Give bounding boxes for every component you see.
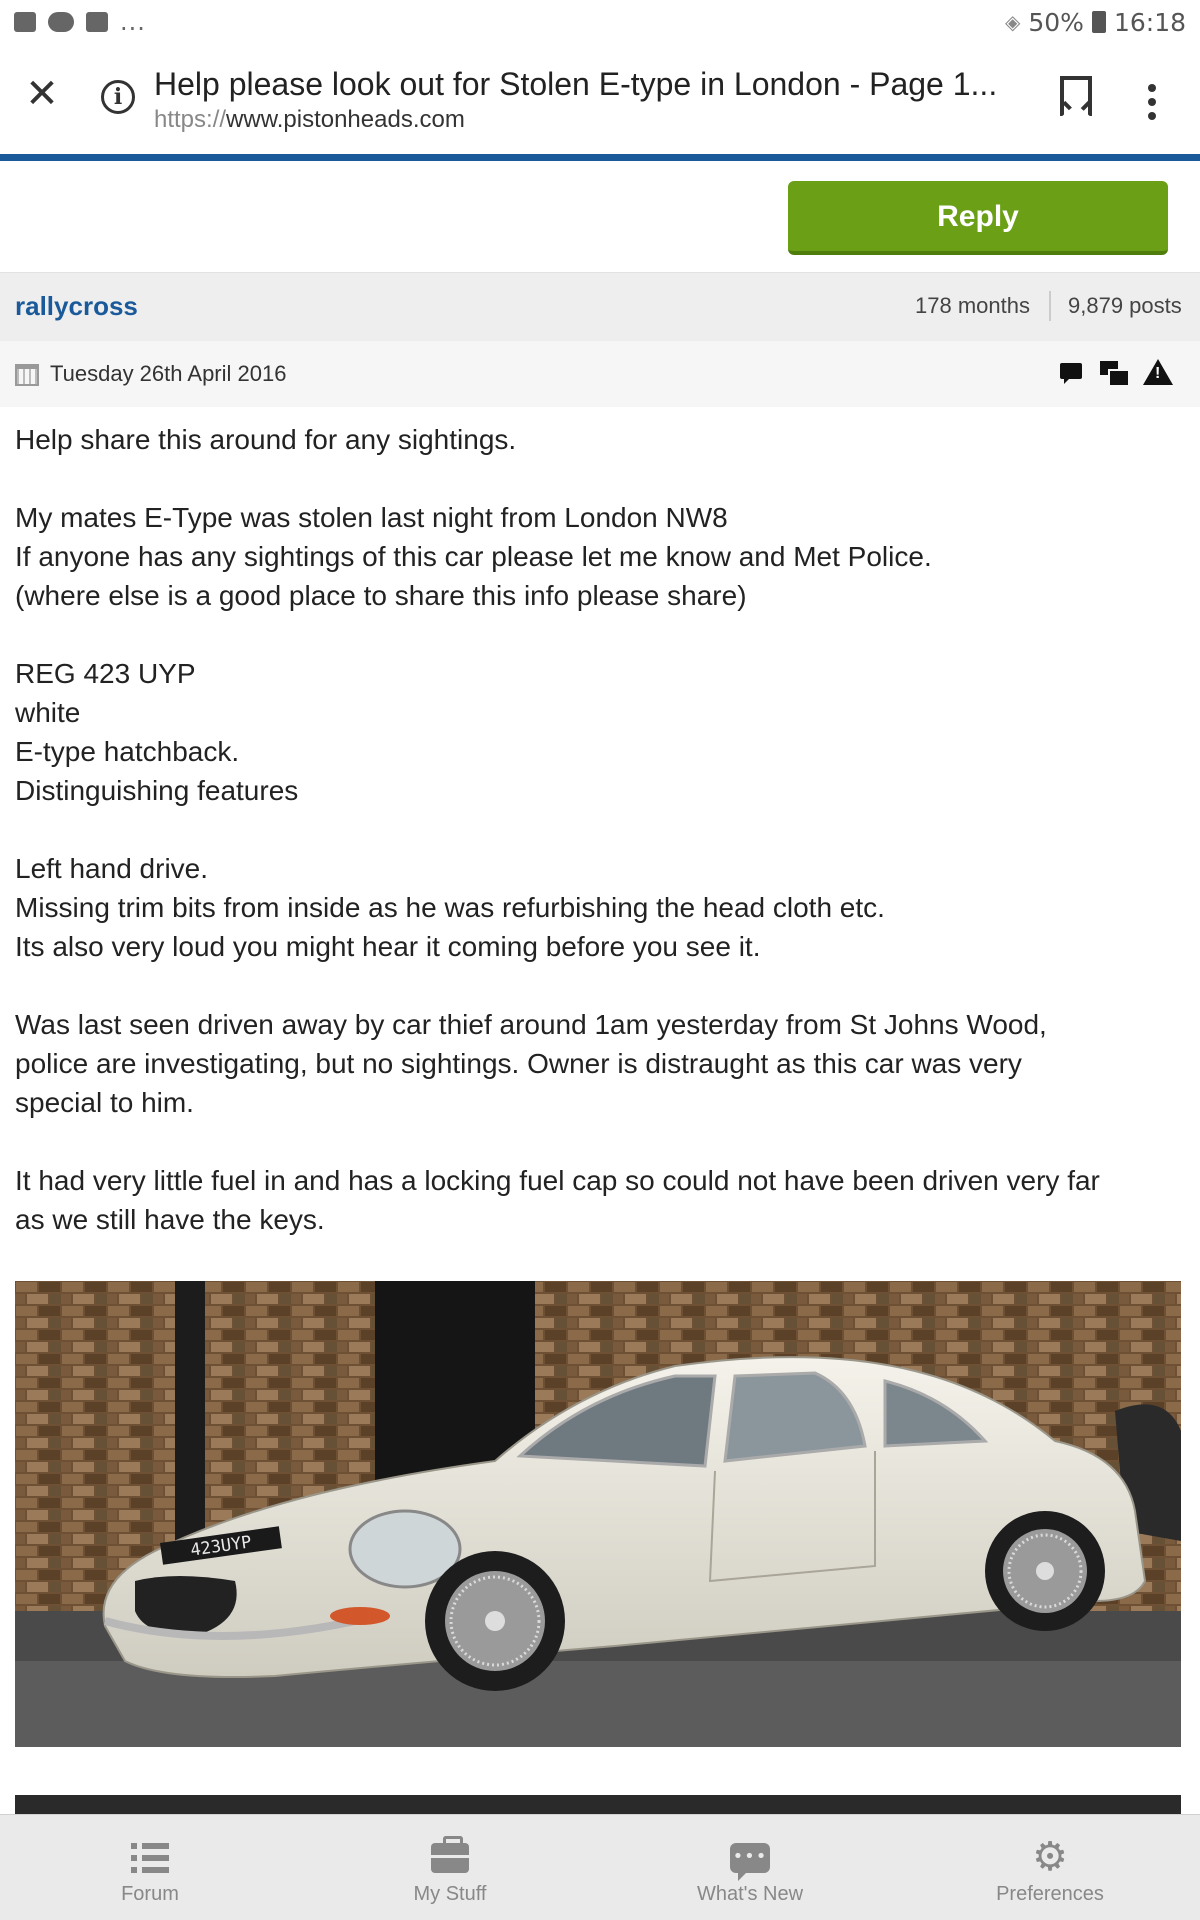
thread-action-bar: Reply — [0, 161, 1200, 273]
page-url[interactable]: https://www.pistonheads.com — [154, 106, 465, 134]
post-line: It had very little fuel in and has a loc… — [15, 1165, 1100, 1196]
battery-icon — [1091, 11, 1106, 33]
author-membership-age: 178 months — [915, 293, 1030, 318]
url-host: www.pistonheads.com — [226, 106, 465, 133]
page-title: Help please look out for Stolen E-type i… — [154, 66, 998, 102]
status-bar: ... ◈ 50% 16:18 — [0, 0, 1200, 44]
bag-notification-icon — [86, 12, 108, 32]
nav-label: What's New — [696, 1883, 804, 1905]
nav-label: My Stuff — [413, 1883, 487, 1905]
multiquote-icon[interactable] — [1100, 361, 1130, 387]
post-image-second[interactable] — [15, 1795, 1181, 1815]
bottom-navigation: Forum My Stuff What's New ⚙ Preferences — [0, 1814, 1200, 1920]
report-warning-icon[interactable]: ! — [1143, 359, 1173, 385]
post-line: special to him. — [15, 1087, 194, 1118]
post-line: My mates E-Type was stolen last night fr… — [15, 502, 728, 533]
message-notification-icon — [48, 12, 74, 32]
nav-whats-new[interactable]: What's New — [600, 1815, 900, 1920]
post-body: Help share this around for any sightings… — [15, 420, 1185, 1239]
close-icon[interactable]: ✕ — [22, 74, 62, 114]
clock: 16:18 — [1113, 7, 1186, 37]
post-author-bar: rallycross 178 months 9,879 posts — [0, 273, 1200, 341]
nav-my-stuff[interactable]: My Stuff — [300, 1815, 600, 1920]
divider — [1049, 291, 1051, 321]
car-photo: 423UYP — [15, 1281, 1181, 1747]
list-icon — [131, 1843, 169, 1873]
post-date: Tuesday 26th April 2016 — [50, 361, 287, 386]
post-line: REG 423 UYP — [15, 658, 196, 689]
reply-button[interactable]: Reply — [788, 181, 1168, 255]
post-line: Distinguishing features — [15, 775, 299, 806]
bookmark-icon[interactable] — [1060, 76, 1092, 118]
post-line: Was last seen driven away by car thief a… — [15, 1009, 1047, 1040]
post-line: E-type hatchback. — [15, 736, 240, 767]
quote-icon[interactable] — [1058, 361, 1086, 387]
post-line: If anyone has any sightings of this car … — [15, 541, 932, 572]
post-line: Left hand drive. — [15, 853, 209, 884]
browser-toolbar: ✕ i Help please look out for Stolen E-ty… — [0, 44, 1200, 154]
info-icon[interactable]: i — [101, 80, 135, 114]
post-image-car[interactable]: 423UYP — [15, 1281, 1181, 1747]
chat-icon — [730, 1843, 770, 1881]
nav-forum[interactable]: Forum — [0, 1815, 300, 1920]
nav-preferences[interactable]: ⚙ Preferences — [900, 1815, 1200, 1920]
author-post-count: 9,879 posts — [1068, 293, 1182, 318]
url-protocol: https:// — [154, 106, 227, 133]
post-line: police are investigating, but no sightin… — [15, 1048, 1022, 1079]
status-system: ◈ 50% 16:18 — [1005, 8, 1186, 37]
post-line: Missing trim bits from inside as he was … — [15, 892, 885, 923]
more-notifications-indicator: ... — [120, 8, 146, 36]
nav-label: Preferences — [996, 1883, 1104, 1905]
status-notifications: ... — [14, 8, 146, 36]
calendar-icon — [15, 364, 39, 386]
gear-icon: ⚙ — [1032, 1834, 1068, 1880]
post-line: (where else is a good place to share thi… — [15, 580, 747, 611]
battery-percent: 50% — [1028, 7, 1084, 37]
author-name[interactable]: rallycross — [15, 291, 138, 322]
post-line: white — [15, 697, 81, 728]
post-line: Help share this around for any sightings… — [15, 424, 517, 455]
post-line: as we still have the keys. — [15, 1204, 325, 1235]
more-options-icon[interactable] — [1148, 84, 1156, 120]
post-line: Its also very loud you might hear it com… — [15, 931, 761, 962]
wifi-icon: ◈ — [1004, 10, 1021, 34]
briefcase-icon — [431, 1836, 469, 1873]
post-meta-bar: Tuesday 26th April 2016 ! — [0, 341, 1200, 407]
gallery-notification-icon — [14, 12, 36, 32]
nav-label: Forum — [121, 1883, 179, 1905]
page-load-progress — [0, 154, 1200, 161]
